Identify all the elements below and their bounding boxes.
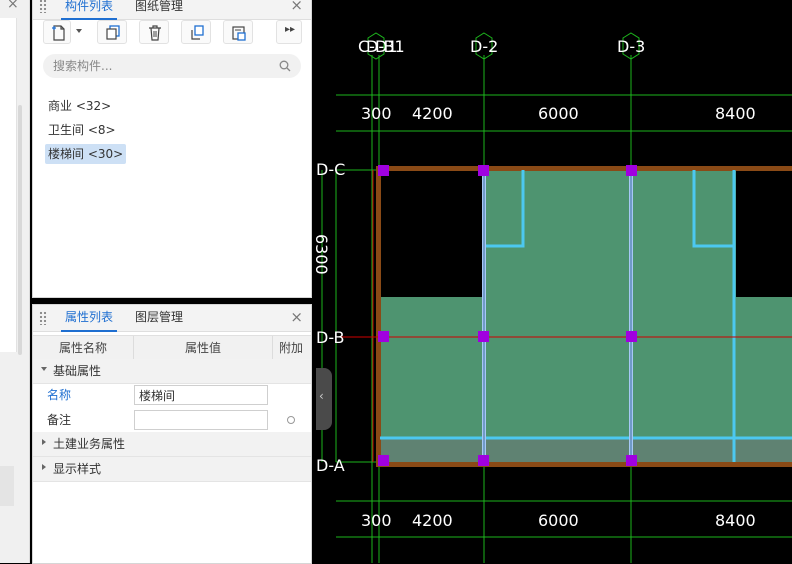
delete-icon — [149, 25, 161, 41]
chevron-right-icon — [42, 464, 46, 470]
cad-canvas[interactable]: C-D1 D-B1 D-2 D-3 D-C D-B D-A 300 4200 6… — [316, 0, 792, 563]
more-tools-button[interactable]: ▸▸ — [276, 20, 302, 44]
scrollbar[interactable] — [18, 105, 22, 355]
property-panel-tabbar: 属性列表 图层管理 × — [33, 305, 311, 332]
tab-component-list[interactable]: 构件列表 — [61, 0, 118, 20]
axis-label-col-2: D-2 — [470, 37, 498, 56]
column-header-name: 属性名称 — [58, 341, 107, 355]
tab-property-list[interactable]: 属性列表 — [61, 305, 118, 332]
component-list-panel: 构件列表 图纸管理 × ▸▸ 商业 <32> 卫生间 <8> 楼梯间 <30> — [32, 0, 312, 298]
new-icon — [52, 25, 65, 41]
section-basic-properties[interactable]: 基础属性 — [33, 359, 311, 384]
left-dock-strip: × — [0, 0, 30, 563]
close-icon[interactable]: × — [7, 0, 19, 12]
property-name-input[interactable] — [134, 385, 268, 405]
layer-copy-button[interactable] — [223, 20, 253, 44]
copy-to-icon — [191, 25, 204, 40]
bottom-dim-4: 8400 — [715, 511, 756, 530]
column-header-extra: 附加 — [278, 341, 303, 355]
more-icon: ▸▸ — [285, 24, 296, 35]
chevron-right-icon — [42, 439, 46, 445]
property-row-name: 名称 — [33, 383, 311, 407]
top-dim-2: 4200 — [412, 104, 453, 123]
column-header-value: 属性值 — [133, 336, 273, 360]
list-item-commercial[interactable]: 商业 <32> — [45, 96, 114, 116]
axis-label-row-a: D-A — [316, 456, 345, 475]
top-dim-3: 6000 — [538, 104, 579, 123]
section-display-style[interactable]: 显示样式 — [33, 457, 311, 482]
search-icon[interactable] — [279, 60, 291, 72]
new-component-button[interactable] — [43, 20, 71, 44]
side-dim: 6300 — [316, 234, 331, 275]
bottom-dim-2: 4200 — [412, 511, 453, 530]
left-dock-tab[interactable] — [0, 466, 14, 506]
search-input[interactable] — [43, 54, 301, 78]
component-panel-tabbar: 构件列表 图纸管理 × — [33, 0, 311, 20]
bottom-dim-3: 6000 — [538, 511, 579, 530]
drag-grip-icon[interactable] — [39, 311, 47, 325]
property-table-header: 属性名称 属性值 附加 — [33, 335, 311, 361]
copy-button[interactable] — [97, 20, 127, 44]
axis-label-row-c: D-C — [316, 160, 345, 179]
list-item-restroom[interactable]: 卫生间 <8> — [45, 120, 119, 140]
top-dim-1: 300 — [361, 104, 392, 123]
region-strip — [379, 437, 792, 462]
collapse-panel-handle[interactable]: ‹ — [316, 368, 332, 430]
property-key: 备注 — [47, 413, 72, 427]
property-list-panel: 属性列表 图层管理 × 属性名称 属性值 附加 基础属性 名称 备注 土建业务属… — [32, 304, 312, 564]
property-remark-input[interactable] — [134, 410, 268, 430]
circle-icon[interactable] — [287, 416, 295, 424]
chevron-down-icon — [41, 367, 47, 371]
list-item-stairwell[interactable]: 楼梯间 <30> — [45, 144, 127, 164]
tab-layer-management[interactable]: 图层管理 — [131, 305, 187, 330]
top-dim-4: 8400 — [715, 104, 756, 123]
axis-label-row-b: D-B — [316, 328, 345, 347]
copy-icon — [106, 25, 120, 40]
copy-to-floor-button[interactable] — [181, 20, 211, 44]
delete-button[interactable] — [139, 20, 169, 44]
left-dock-panel — [0, 18, 17, 352]
property-key: 名称 — [47, 388, 72, 402]
close-icon[interactable]: × — [290, 0, 303, 14]
tab-drawing-management[interactable]: 图纸管理 — [131, 0, 187, 18]
close-icon[interactable]: × — [290, 308, 303, 326]
layer-copy-icon — [232, 26, 246, 41]
dropdown-arrow-icon[interactable] — [76, 29, 82, 33]
bottom-dim-1: 300 — [361, 511, 392, 530]
chevron-left-icon: ‹ — [319, 389, 324, 403]
property-row-remark: 备注 — [33, 408, 311, 432]
drag-grip-icon[interactable] — [39, 0, 47, 13]
axis-label-col-3: D-3 — [617, 37, 645, 56]
axis-label-col-1: D-B1 — [366, 37, 405, 56]
section-civil-properties[interactable]: 土建业务属性 — [33, 432, 311, 457]
